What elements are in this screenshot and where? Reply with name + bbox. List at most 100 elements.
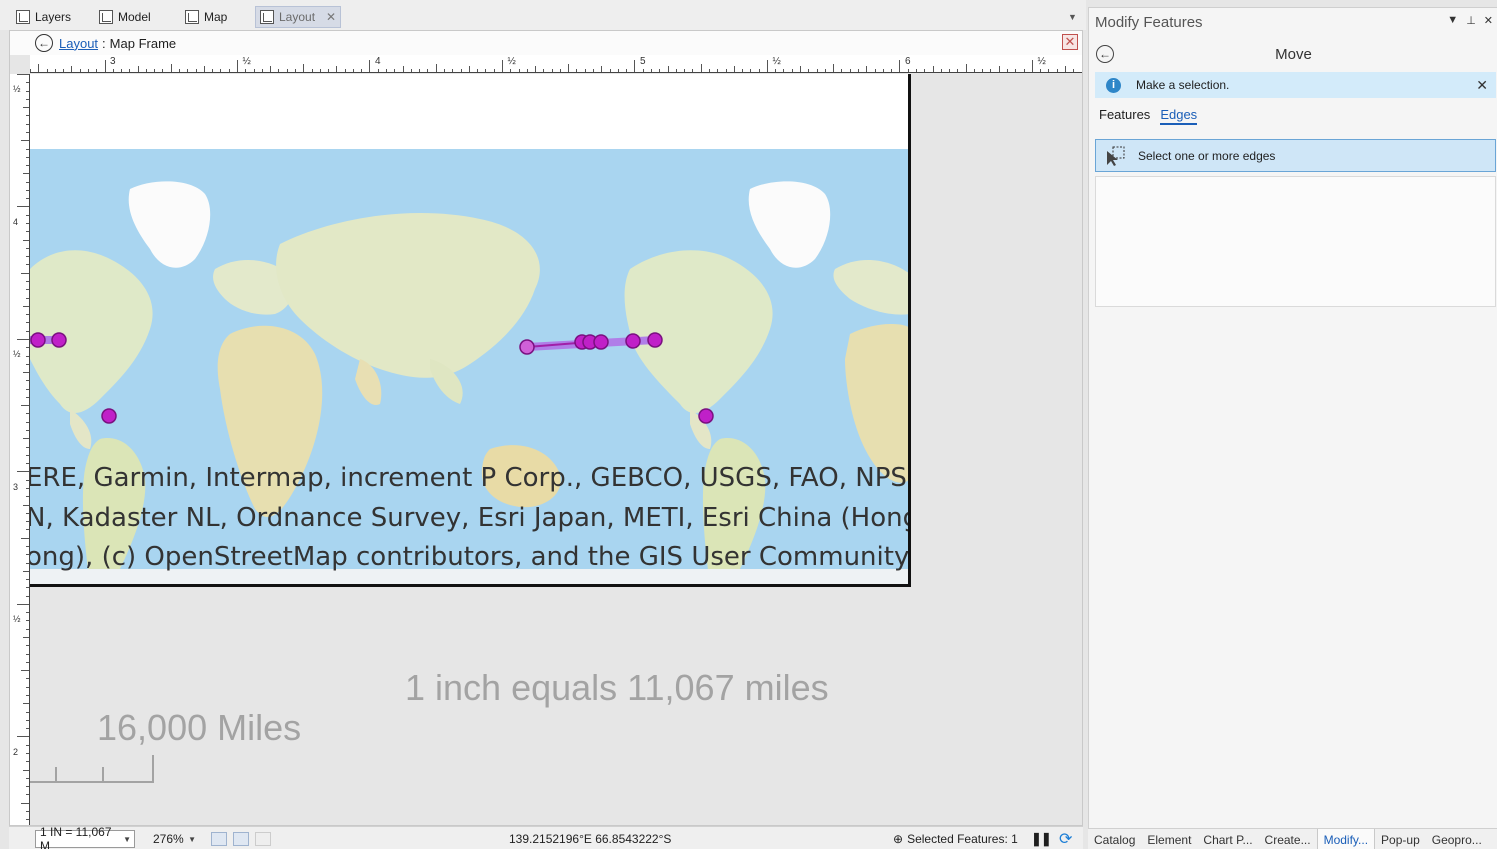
ruler-tick (377, 69, 379, 72)
ruler-tick (717, 69, 719, 72)
close-icon[interactable]: ✕ (1476, 77, 1488, 94)
scale-text[interactable]: 1 inch equals 11,067 miles (405, 667, 829, 709)
tab-features[interactable]: Features (1099, 107, 1150, 125)
ruler-tick (866, 66, 868, 72)
ruler-tick (733, 66, 735, 72)
ruler-tick (26, 231, 29, 233)
tab-label: Layers (35, 10, 72, 24)
ruler-tick (79, 69, 81, 72)
chevron-down-icon[interactable]: ▼ (1068, 12, 1077, 22)
breadcrumb-layout-link[interactable]: Layout (59, 36, 98, 51)
tab-layout[interactable]: Layout ✕ (255, 6, 342, 28)
ruler-label: 4 (375, 56, 381, 67)
scale-dropdown[interactable]: 1 IN = 11,067 M ▼ (35, 825, 135, 849)
ruler-tick (26, 347, 29, 349)
ruler-tick (568, 64, 570, 72)
ruler-tick (824, 69, 826, 72)
back-arrow-icon[interactable]: ← (35, 34, 53, 52)
close-icon[interactable]: ✕ (1484, 14, 1493, 27)
ruler-tick (924, 69, 926, 72)
ruler-tick (435, 64, 437, 72)
ruler-tick (261, 69, 263, 72)
ruler-tick (1056, 69, 1058, 72)
zoom-dropdown[interactable]: 276% ▼ (149, 830, 199, 848)
ruler-tick (460, 69, 462, 72)
ruler-tick (21, 140, 29, 142)
ruler-tick (26, 819, 29, 821)
ruler-tick (17, 603, 29, 605)
ruler-tick (775, 69, 777, 72)
grid-icon[interactable] (255, 832, 271, 846)
tab-chart-properties[interactable]: Chart P... (1197, 829, 1258, 849)
tab-model[interactable]: Model (95, 6, 155, 28)
ruler-label: ½ (507, 56, 516, 67)
ruler-tick (899, 60, 901, 72)
scale-bar[interactable] (30, 755, 154, 783)
scale-bar-label[interactable]: 16,000 Miles (97, 707, 301, 749)
ruler-tick (932, 66, 934, 72)
map-frame[interactable]: ERE, Garmin, Intermap, increment P Corp.… (30, 149, 910, 585)
ruler-tick (758, 69, 760, 72)
ruler-tick (940, 69, 942, 72)
ruler-tick (26, 628, 29, 630)
ruler-tick (195, 69, 197, 72)
selection-list[interactable] (1095, 176, 1496, 307)
ruler-tick (21, 802, 29, 804)
ruler-tick (26, 529, 29, 531)
tab-popup[interactable]: Pop-up (1375, 829, 1426, 849)
pane-options-icon[interactable]: ▼ (1447, 14, 1458, 27)
ruler-tick (576, 69, 578, 72)
layout-view[interactable]: ← Layout : Map Frame ✕ 3½4½5½6½ ½4½3½2 E… (9, 30, 1083, 826)
ruler-label: ½ (13, 349, 21, 359)
ruler-tick (26, 388, 29, 390)
tool-heading: Move (1275, 46, 1312, 63)
tab-element[interactable]: Element (1141, 829, 1197, 849)
ruler-tick (26, 496, 29, 498)
refresh-icon[interactable]: ⟳ (1059, 830, 1072, 848)
ruler-tick (17, 206, 29, 208)
ruler-tick (386, 69, 388, 72)
select-edges-button[interactable]: Select one or more edges (1095, 139, 1496, 172)
dock-tab-strip: Catalog Element Chart P... Create... Mod… (1088, 828, 1497, 849)
selected-features-indicator[interactable]: ⊕ Selected Features: 1 (893, 830, 1018, 848)
close-activation-icon[interactable]: ✕ (1062, 34, 1078, 50)
ruler-tick (444, 69, 445, 72)
ruler-tick (361, 69, 363, 72)
ruler-label: 3 (110, 56, 116, 67)
ruler-tick (26, 587, 29, 589)
view-tab-strip: Layers Model Map Layout ✕ ▼ (0, 0, 1086, 30)
ruler-tick (212, 69, 214, 72)
tab-catalog[interactable]: Catalog (1088, 829, 1141, 849)
tab-geoprocessing[interactable]: Geopro... (1426, 829, 1488, 849)
tab-layers[interactable]: Layers (12, 6, 75, 28)
selection-subtabs: Features Edges (1099, 107, 1198, 125)
ruler-tick (228, 69, 230, 72)
ruler-tick (659, 69, 661, 72)
pause-drawing-icon[interactable]: ❚❚ (1031, 830, 1052, 848)
fixed-extent-icon[interactable] (211, 832, 227, 846)
tab-create[interactable]: Create... (1259, 829, 1317, 849)
map-frame-border (30, 584, 911, 587)
horizontal-ruler: 3 ½ 4 ½ 5 ½ 6 ½ (30, 55, 1082, 73)
ruler-tick (23, 438, 29, 440)
ruler-tick (38, 64, 40, 72)
ruler-tick (419, 69, 421, 72)
ruler-tick (26, 281, 29, 282)
ruler-tick (286, 69, 288, 72)
pin-icon[interactable]: ⊥ (1466, 14, 1476, 27)
close-tab-icon[interactable]: ✕ (326, 10, 336, 24)
tab-edges[interactable]: Edges (1160, 107, 1198, 125)
modify-features-pane: Modify Features ▼ ⊥ ✕ ← Move i Make a se… (1088, 7, 1497, 849)
ruler-tick (634, 60, 636, 72)
fixed-scale-icon[interactable] (233, 832, 249, 846)
ruler-tick (104, 60, 106, 72)
ruler-tick (129, 69, 131, 72)
tab-map[interactable]: Map (181, 6, 231, 28)
tab-label: Model (118, 10, 151, 24)
ruler-tick (1023, 69, 1025, 72)
tab-modify[interactable]: Modify... (1316, 829, 1376, 849)
pane-controls: ▼ ⊥ ✕ (1447, 14, 1493, 27)
layout-icon (260, 10, 274, 24)
ruler-tick (1007, 69, 1009, 72)
ruler-tick (783, 69, 785, 72)
